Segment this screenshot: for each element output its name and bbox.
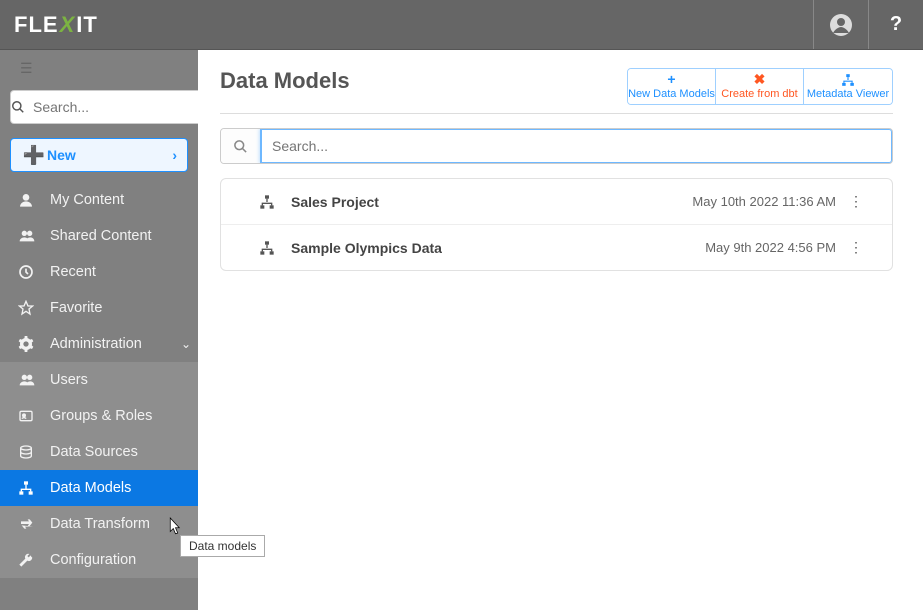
wrench-icon: [18, 552, 50, 568]
sitemap-icon: [259, 194, 291, 210]
sidebar-item-label: Data Sources: [50, 444, 198, 460]
user-profile-button[interactable]: [813, 0, 868, 49]
page-title: Data Models: [220, 68, 350, 94]
data-model-row[interactable]: Sales Project May 10th 2022 11:36 AM ⋮: [221, 179, 892, 225]
sidebar-item-label: Groups & Roles: [50, 408, 198, 424]
chevron-right-icon: ›: [172, 147, 177, 163]
sidebar-item-label: Administration: [50, 336, 174, 352]
model-timestamp: May 10th 2022 11:36 AM: [646, 194, 836, 209]
row-kebab-menu[interactable]: ⋮: [836, 193, 876, 210]
model-timestamp: May 9th 2022 4:56 PM: [646, 240, 836, 255]
model-name: Sample Olympics Data: [291, 240, 646, 256]
create-from-dbt-button[interactable]: ✖ Create from dbt: [716, 69, 804, 104]
dbt-icon: ✖: [754, 72, 766, 88]
new-button-label: New: [47, 147, 172, 163]
sitemap-icon: [841, 72, 855, 88]
sidebar-item-favorite[interactable]: Favorite: [0, 290, 198, 326]
logo-text-mid: X: [60, 12, 76, 38]
action-label: New Data Models: [628, 88, 715, 100]
sitemap-icon: [18, 480, 50, 496]
sidebar-item-data-models[interactable]: Data Models: [0, 470, 198, 506]
action-label: Metadata Viewer: [807, 88, 889, 100]
menu-toggle[interactable]: ☰: [0, 50, 198, 86]
user-circle-icon: [829, 13, 853, 37]
chevron-down-icon: ⌄: [174, 337, 198, 351]
sidebar-item-my-content[interactable]: My Content: [0, 182, 198, 218]
new-data-models-button[interactable]: + New Data Models: [628, 69, 716, 104]
row-kebab-menu[interactable]: ⋮: [836, 239, 876, 256]
sidebar-item-label: Data Transform: [50, 516, 198, 532]
sidebar-item-shared-content[interactable]: Shared Content: [0, 218, 198, 254]
data-model-row[interactable]: Sample Olympics Data May 9th 2022 4:56 P…: [221, 225, 892, 270]
menu-icon: ☰: [20, 60, 33, 77]
app-logo[interactable]: FLEXIT: [14, 12, 98, 38]
sidebar-item-configuration[interactable]: Configuration: [0, 542, 198, 578]
gear-icon: [18, 336, 50, 352]
transform-icon: [18, 516, 50, 532]
divider: [220, 113, 893, 114]
logo-text-pre: FLE: [14, 12, 59, 38]
sidebar-item-data-sources[interactable]: Data Sources: [0, 434, 198, 470]
sidebar-item-label: Users: [50, 372, 198, 388]
metadata-viewer-button[interactable]: Metadata Viewer: [804, 69, 892, 104]
list-search-input[interactable]: [260, 128, 893, 164]
logo-text-post: IT: [76, 12, 98, 38]
sidebar-item-label: Favorite: [50, 300, 198, 316]
sidebar-item-label: Data Models: [50, 480, 198, 496]
users-icon: [18, 228, 50, 244]
model-name: Sales Project: [291, 194, 646, 210]
question-icon: ?: [890, 13, 902, 36]
sidebar-search-input[interactable]: [25, 90, 223, 124]
new-button[interactable]: ➕ New ›: [10, 138, 188, 172]
tooltip: Data models: [180, 535, 265, 557]
sidebar-search[interactable]: [0, 86, 198, 132]
sidebar-item-groups-roles[interactable]: Groups & Roles: [0, 398, 198, 434]
plus-icon: +: [667, 72, 675, 88]
list-search[interactable]: [220, 128, 893, 164]
clock-icon: [18, 264, 50, 280]
search-icon[interactable]: [10, 90, 25, 124]
sidebar-item-label: Shared Content: [50, 228, 198, 244]
sidebar-item-recent[interactable]: Recent: [0, 254, 198, 290]
sidebar-item-label: My Content: [50, 192, 198, 208]
plus-icon: ➕: [21, 145, 47, 166]
sitemap-icon: [259, 240, 291, 256]
search-icon: [221, 129, 261, 163]
sidebar-item-label: Recent: [50, 264, 198, 280]
sidebar-item-administration[interactable]: Administration ⌄: [0, 326, 198, 362]
database-icon: [18, 444, 50, 460]
help-button[interactable]: ?: [868, 0, 923, 49]
user-icon: [18, 192, 50, 208]
action-label: Create from dbt: [721, 88, 797, 100]
data-models-list: Sales Project May 10th 2022 11:36 AM ⋮ S…: [220, 178, 893, 271]
sidebar-item-label: Configuration: [50, 552, 198, 568]
users-icon: [18, 372, 50, 388]
sidebar-item-data-transform[interactable]: Data Transform: [0, 506, 198, 542]
sidebar-item-users[interactable]: Users: [0, 362, 198, 398]
star-icon: [18, 300, 50, 316]
toolbar-action-group: + New Data Models ✖ Create from dbt Meta…: [627, 68, 893, 105]
id-card-icon: [18, 408, 50, 424]
